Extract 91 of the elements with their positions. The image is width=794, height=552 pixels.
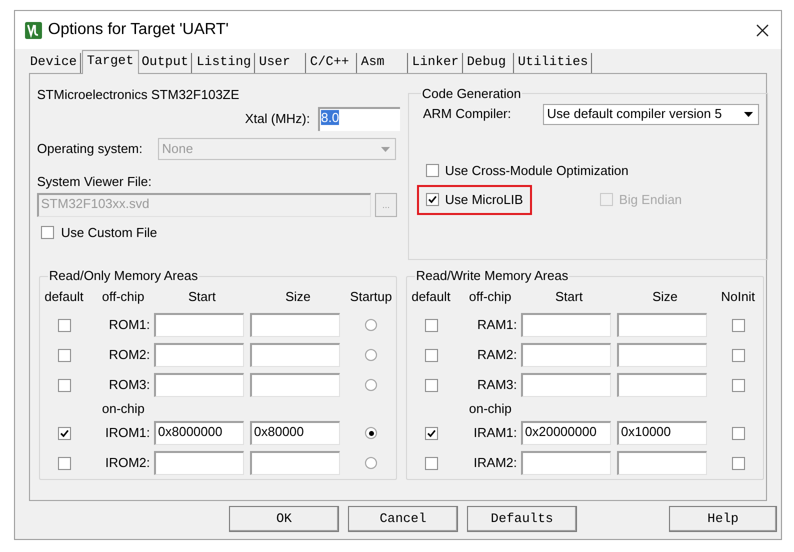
column-header: NoInit <box>720 288 756 306</box>
checkbox[interactable] <box>426 193 439 206</box>
column-header: Size <box>651 288 679 306</box>
size-field[interactable] <box>250 451 340 475</box>
default-checkbox[interactable] <box>58 378 70 392</box>
checkbox[interactable] <box>41 226 54 240</box>
checkbox-label: Use MicroLIB <box>445 190 524 209</box>
startup-radio[interactable] <box>365 427 377 439</box>
group-title: Read/Write Memory Areas <box>416 268 568 283</box>
noinit-checkbox[interactable] <box>732 378 744 392</box>
size-field[interactable] <box>617 313 707 337</box>
default-checkbox[interactable] <box>424 378 438 392</box>
tab[interactable]: Target <box>82 50 139 74</box>
default-checkbox[interactable] <box>424 456 438 470</box>
startup-radio[interactable] <box>365 457 377 469</box>
default-checkbox[interactable] <box>58 426 70 440</box>
device-name: STMicroelectronics STM32F103ZE <box>37 86 240 104</box>
column-header: Startup <box>349 288 393 306</box>
column-header: default <box>410 288 452 306</box>
start-field[interactable] <box>154 373 244 397</box>
start-field[interactable] <box>154 451 244 475</box>
section-label: on-chip <box>468 400 513 418</box>
size-field[interactable] <box>617 451 707 475</box>
start-field[interactable] <box>521 373 611 397</box>
checkbox-label: Use Cross-Module Optimization <box>445 162 629 180</box>
window-title: Options for Target 'UART' <box>48 20 229 40</box>
section-label: on-chip <box>101 400 146 418</box>
dropdown-arrow-icon <box>381 146 390 152</box>
dropdown-arrow-icon <box>744 112 753 116</box>
default-checkbox[interactable] <box>58 318 70 332</box>
checkbox-label: Big Endian <box>619 190 682 209</box>
checkbox[interactable] <box>426 164 439 177</box>
app-icon <box>25 22 42 38</box>
field-label: System Viewer File: <box>37 174 153 190</box>
start-field[interactable] <box>154 343 244 367</box>
field-label: ARM Compiler: <box>422 105 512 124</box>
size-field[interactable] <box>617 373 707 397</box>
column-header: default <box>43 288 85 306</box>
start-field[interactable]: 0x8000000 <box>154 421 244 445</box>
column-header: off-chip <box>101 288 146 306</box>
size-field[interactable]: 0x10000 <box>617 421 707 445</box>
memory-label: ROM1: <box>108 316 151 334</box>
memory-label: ROM3: <box>108 376 151 394</box>
noinit-checkbox[interactable] <box>732 348 744 362</box>
compiler-dropdown[interactable]: Use default compiler version 5 <box>543 104 759 124</box>
memory-label: IROM1: <box>104 424 151 442</box>
dialog-button[interactable]: OK <box>229 506 339 532</box>
close-icon[interactable] <box>756 24 769 36</box>
memory-label: IRAM2: <box>472 454 518 472</box>
default-checkbox[interactable] <box>424 348 438 362</box>
size-field[interactable]: 0x80000 <box>250 421 340 445</box>
memory-label: RAM3: <box>476 376 518 394</box>
column-header: Size <box>284 288 312 306</box>
size-field[interactable] <box>250 343 340 367</box>
column-header: off-chip <box>468 288 512 306</box>
memory-label: IROM2: <box>104 454 151 472</box>
startup-radio[interactable] <box>365 349 377 361</box>
startup-radio[interactable] <box>365 319 377 331</box>
help-button[interactable]: Help <box>669 506 777 532</box>
xtal-field[interactable]: 8.0 <box>318 107 400 131</box>
startup-radio[interactable] <box>365 379 377 391</box>
default-checkbox[interactable] <box>424 426 438 440</box>
size-field[interactable] <box>617 343 707 367</box>
default-checkbox[interactable] <box>424 318 438 332</box>
noinit-checkbox[interactable] <box>732 318 744 332</box>
dialog-button[interactable]: Cancel <box>348 506 458 532</box>
column-header: Start <box>554 288 584 306</box>
memory-label: RAM1: <box>476 316 518 334</box>
default-checkbox[interactable] <box>58 348 70 362</box>
dropdown-value: None <box>162 140 194 158</box>
column-header: Start <box>187 288 217 306</box>
group-title: Read/Only Memory Areas <box>49 268 198 283</box>
default-checkbox[interactable] <box>58 456 70 470</box>
start-field[interactable] <box>521 343 611 367</box>
memory-label: RAM2: <box>476 346 518 364</box>
start-field[interactable] <box>521 451 611 475</box>
field-label: Operating system: <box>37 140 144 158</box>
start-field[interactable]: 0x20000000 <box>521 421 611 445</box>
size-field[interactable] <box>250 313 340 337</box>
size-field[interactable] <box>250 373 340 397</box>
noinit-checkbox[interactable] <box>732 426 744 440</box>
dropdown-value: Use default compiler version 5 <box>547 105 723 124</box>
noinit-checkbox[interactable] <box>732 456 744 470</box>
field-label: Xtal (MHz): <box>245 110 310 128</box>
memory-label: IRAM1: <box>472 424 518 442</box>
group-title: Code Generation <box>422 86 522 101</box>
memory-label: ROM2: <box>108 346 151 364</box>
checkbox-label: Use Custom File <box>61 224 158 242</box>
dialog-button[interactable]: Defaults <box>467 506 577 532</box>
start-field[interactable] <box>154 313 244 337</box>
start-field[interactable] <box>521 313 611 337</box>
